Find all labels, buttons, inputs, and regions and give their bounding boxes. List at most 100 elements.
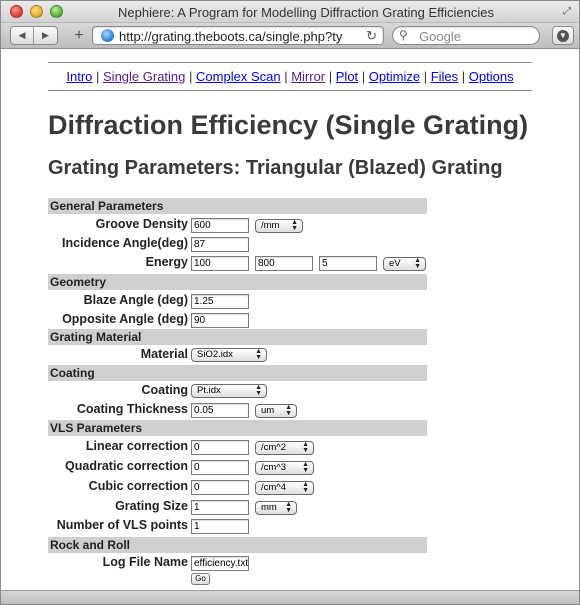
linear-correction-label: Linear correction	[85, 439, 188, 453]
window-title: Nephiere: A Program for Modelling Diffra…	[118, 5, 494, 20]
incidence-angle-input[interactable]: 87	[191, 237, 249, 252]
material-select[interactable]: SiO2.idx ▲ ▼	[191, 348, 267, 362]
section-geometry: Geometry	[48, 274, 427, 290]
nav-link-mirror[interactable]: Mirror	[291, 69, 325, 84]
select-arrows-icon: ▲ ▼	[302, 481, 309, 494]
nav-link-files[interactable]: Files	[431, 69, 458, 84]
select-arrows-icon: ▲ ▼	[255, 348, 262, 361]
forward-arrow-icon: ▶	[42, 30, 49, 40]
minimize-window-button[interactable]	[30, 5, 43, 18]
select-arrows-icon: ▲ ▼	[302, 441, 309, 454]
coating-thickness-label: Coating Thickness	[76, 402, 188, 416]
nav-link-optimize[interactable]: Optimize	[369, 69, 420, 84]
reload-icon[interactable]: ↻	[366, 28, 377, 44]
grating-size-label: Grating Size	[115, 499, 188, 513]
nav-top-rule	[48, 62, 532, 63]
back-button[interactable]: ◀	[11, 27, 35, 44]
url-text[interactable]: http://grating.theboots.ca/single.php?ty	[119, 29, 359, 44]
incidence-angle-label: Incidence Angle(deg)	[62, 236, 188, 250]
coating-select[interactable]: Pt.idx ▲ ▼	[191, 384, 267, 398]
section-general-parameters: General Parameters	[48, 198, 427, 214]
browser-window: Nephiere: A Program for Modelling Diffra…	[0, 0, 580, 605]
blaze-angle-input[interactable]: 1.25	[191, 294, 249, 309]
groove-density-input[interactable]: 600	[191, 218, 249, 233]
globe-icon	[101, 29, 114, 42]
forward-button[interactable]: ▶	[34, 27, 57, 44]
section-vls-parameters: VLS Parameters	[48, 420, 427, 436]
cubic-correction-unit-select[interactable]: /cm^4 ▲ ▼	[255, 481, 314, 495]
select-arrows-icon: ▲ ▼	[285, 404, 292, 417]
nav-separator: |	[361, 69, 369, 84]
energy-unit-value: eV	[389, 258, 401, 269]
go-button[interactable]: Go	[191, 573, 210, 585]
select-arrows-icon: ▲ ▼	[255, 384, 262, 397]
groove-density-label: Groove Density	[95, 217, 188, 231]
select-arrows-icon: ▲ ▼	[414, 257, 421, 270]
page-subtitle: Grating Parameters: Triangular (Blazed) …	[48, 157, 503, 179]
energy-end-input[interactable]: 800	[255, 256, 313, 271]
groove-density-unit-select[interactable]: /mm ▲ ▼	[255, 219, 303, 233]
blaze-angle-label: Blaze Angle (deg)	[83, 293, 188, 307]
zoom-window-button[interactable]	[50, 5, 63, 18]
site-nav: Intro | Single Grating | Complex Scan | …	[48, 69, 532, 84]
log-file-input[interactable]: efficiency.txt	[191, 556, 249, 571]
page-title: Diffraction Efficiency (Single Grating)	[48, 110, 529, 140]
cubic-correction-unit-value: /cm^4	[261, 482, 287, 493]
energy-step-input[interactable]: 5	[319, 256, 377, 271]
downloads-button[interactable]: ▼	[552, 26, 574, 45]
select-arrows-icon: ▲ ▼	[285, 501, 292, 514]
address-bar[interactable]: http://grating.theboots.ca/single.php?ty…	[92, 26, 384, 45]
vls-points-label: Number of VLS points	[56, 518, 188, 532]
energy-unit-select[interactable]: eV ▲ ▼	[383, 257, 426, 271]
download-arrow-icon: ▼	[557, 29, 569, 42]
search-icon: ⚲	[399, 28, 408, 42]
quadratic-correction-label: Quadratic correction	[65, 459, 188, 473]
opposite-angle-label: Opposite Angle (deg)	[62, 312, 188, 326]
nav-separator: |	[461, 69, 469, 84]
back-arrow-icon: ◀	[18, 30, 26, 40]
nav-separator: |	[328, 69, 336, 84]
section-coating: Coating	[48, 365, 427, 381]
search-field[interactable]: ⚲ Google	[392, 26, 540, 45]
select-arrows-icon: ▲ ▼	[302, 461, 309, 474]
cubic-correction-input[interactable]: 0	[191, 480, 249, 495]
coating-thickness-input[interactable]: 0.05	[191, 403, 249, 418]
grating-size-input[interactable]: 1	[191, 500, 249, 515]
coating-thickness-unit-select[interactable]: um ▲ ▼	[255, 404, 297, 418]
material-label: Material	[140, 347, 188, 361]
linear-correction-unit-select[interactable]: /cm^2 ▲ ▼	[255, 441, 314, 455]
nav-separator: |	[423, 69, 431, 84]
nav-link-plot[interactable]: Plot	[336, 69, 358, 84]
energy-start-input[interactable]: 100	[191, 256, 249, 271]
coating-value: Pt.idx	[197, 385, 221, 396]
grating-size-unit-select[interactable]: mm ▲ ▼	[255, 501, 297, 515]
close-window-button[interactable]	[10, 5, 23, 18]
vls-points-input[interactable]: 1	[191, 519, 249, 534]
search-placeholder[interactable]: Google	[419, 29, 461, 44]
coating-label: Coating	[141, 383, 188, 397]
browser-toolbar: ◀ ▶ + http://grating.theboots.ca/single.…	[1, 23, 579, 49]
nav-link-single-grating[interactable]: Single Grating	[103, 69, 185, 84]
cubic-correction-label: Cubic correction	[88, 479, 188, 493]
nav-link-intro[interactable]: Intro	[66, 69, 92, 84]
linear-correction-input[interactable]: 0	[191, 440, 249, 455]
opposite-angle-input[interactable]: 90	[191, 313, 249, 328]
log-file-label: Log File Name	[102, 555, 188, 569]
quadratic-correction-unit-value: /cm^3	[261, 462, 287, 473]
energy-label: Energy	[145, 255, 188, 269]
nav-link-options[interactable]: Options	[469, 69, 514, 84]
grating-size-unit-value: mm	[261, 502, 277, 513]
linear-correction-unit-value: /cm^2	[261, 442, 287, 453]
quadratic-correction-unit-select[interactable]: /cm^3 ▲ ▼	[255, 461, 314, 475]
status-bar	[1, 590, 579, 604]
nav-link-complex-scan[interactable]: Complex Scan	[196, 69, 281, 84]
section-rock-and-roll: Rock and Roll	[48, 537, 427, 553]
add-bookmark-button[interactable]: +	[69, 26, 89, 45]
fullscreen-icon[interactable]: ⤢	[563, 6, 575, 18]
groove-density-unit-value: /mm	[261, 220, 280, 231]
nav-bottom-rule	[48, 90, 532, 91]
quadratic-correction-input[interactable]: 0	[191, 460, 249, 475]
history-nav: ◀ ▶	[10, 26, 58, 45]
plus-icon: +	[74, 26, 84, 44]
select-arrows-icon: ▲ ▼	[291, 219, 298, 232]
